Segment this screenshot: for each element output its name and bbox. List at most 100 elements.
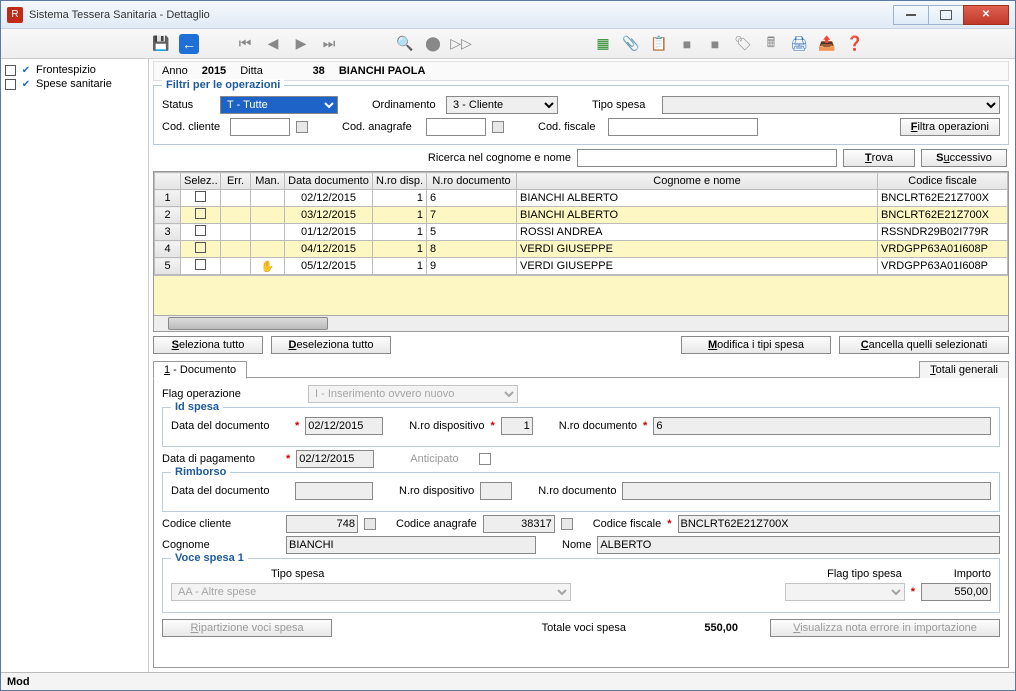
- cogn-input: [286, 536, 536, 554]
- codana-input[interactable]: [426, 118, 486, 136]
- doc-cell: 8: [427, 241, 517, 258]
- col-selez[interactable]: Selez..: [181, 173, 221, 190]
- r-ndoc-input: [622, 482, 991, 500]
- tab-documento[interactable]: 1 - Documento: [153, 361, 247, 379]
- col-blank[interactable]: [155, 173, 181, 190]
- tree-item-spese[interactable]: ✔ Spese sanitarie: [5, 77, 144, 91]
- calc-icon[interactable]: 🖩: [761, 34, 781, 54]
- rownum: 3: [155, 224, 181, 241]
- required-icon: *: [295, 420, 299, 432]
- tree-item-frontespizio[interactable]: ✔ Frontespizio: [5, 63, 144, 77]
- successivo-button[interactable]: Successivo: [921, 149, 1007, 167]
- cf-cell: RSSNDR29B02I779R: [878, 224, 1008, 241]
- rownum: 5: [155, 258, 181, 275]
- h-scrollbar[interactable]: [154, 315, 1008, 331]
- help-icon[interactable]: ❓: [845, 34, 865, 54]
- tab-totali[interactable]: Totali generali: [919, 361, 1009, 378]
- required-icon: *: [286, 453, 290, 465]
- anno-label: Anno: [162, 65, 188, 77]
- skip-icon[interactable]: ▷▷: [451, 34, 471, 54]
- prev-icon[interactable]: ◀: [263, 34, 283, 54]
- selez-cell[interactable]: [181, 207, 221, 224]
- detail-panel: Flag operazione I - Inserimento ovvero n…: [153, 378, 1009, 668]
- r-datadoc-label: Data del documento: [171, 485, 289, 497]
- man-cell: [251, 190, 285, 207]
- table-row[interactable]: 404/12/201518VERDI GIUSEPPEVRDGPP63A01I6…: [155, 241, 1008, 258]
- col-cf[interactable]: Codice fiscale: [878, 173, 1008, 190]
- man-cell: [251, 207, 285, 224]
- col-err[interactable]: Err.: [221, 173, 251, 190]
- selez-cell[interactable]: [181, 258, 221, 275]
- selez-cell[interactable]: [181, 241, 221, 258]
- doc-cell: 6: [427, 190, 517, 207]
- codana-label: Codice anagrafe: [396, 518, 477, 530]
- select-all-button[interactable]: Seleziona tutto: [153, 336, 263, 354]
- codcli-lookup[interactable]: [364, 518, 376, 530]
- print-icon[interactable]: 🖨: [789, 34, 809, 54]
- filters-group: Filtri per le operazioni Status T - Tutt…: [153, 85, 1009, 145]
- minimize-button[interactable]: [893, 5, 929, 25]
- data-cell: 03/12/2015: [285, 207, 373, 224]
- col-doc[interactable]: N.ro documento: [427, 173, 517, 190]
- deselect-all-button[interactable]: Deseleziona tutto: [271, 336, 391, 354]
- table-row[interactable]: 5✋05/12/201519VERDI GIUSEPPEVRDGPP63A01I…: [155, 258, 1008, 275]
- close-button[interactable]: [963, 5, 1009, 25]
- nav-tree: ✔ Frontespizio ✔ Spese sanitarie: [1, 59, 149, 672]
- export-icon[interactable]: 📤: [817, 34, 837, 54]
- err-cell: [221, 190, 251, 207]
- attach-icon[interactable]: 📎: [621, 34, 641, 54]
- err-cell: [221, 207, 251, 224]
- binoculars-icon[interactable]: 🔍: [395, 34, 415, 54]
- table-row[interactable]: 301/12/201515ROSSI ANDREARSSNDR29B02I779…: [155, 224, 1008, 241]
- search-input[interactable]: [577, 149, 837, 167]
- search-row: Ricerca nel cognome e nome Trova Success…: [153, 145, 1009, 171]
- selez-cell[interactable]: [181, 224, 221, 241]
- col-man[interactable]: Man.: [251, 173, 285, 190]
- nome-cell: BIANCHI ALBERTO: [517, 207, 878, 224]
- last-icon[interactable]: ⏭: [319, 34, 339, 54]
- expand-icon[interactable]: [5, 65, 16, 76]
- selez-cell[interactable]: [181, 190, 221, 207]
- totvoci-label: Totale voci spesa: [542, 622, 626, 634]
- maximize-button[interactable]: [928, 5, 964, 25]
- trova-button[interactable]: Trova: [843, 149, 915, 167]
- datapag-label: Data di pagamento: [162, 453, 280, 465]
- status-select[interactable]: T - Tutte: [220, 96, 338, 114]
- tipo-select[interactable]: [662, 96, 1000, 114]
- check-icon[interactable]: ✔: [20, 64, 32, 76]
- antic-checkbox[interactable]: [479, 453, 491, 465]
- table-row[interactable]: 203/12/201517BIANCHI ALBERTOBNCLRT62E21Z…: [155, 207, 1008, 224]
- next-icon[interactable]: ▶: [291, 34, 311, 54]
- back-icon[interactable]: ←: [179, 34, 199, 54]
- first-icon[interactable]: ⏮: [235, 34, 255, 54]
- codana-lookup[interactable]: [561, 518, 573, 530]
- filtra-button[interactable]: Filtra operazioni: [900, 118, 1000, 136]
- tag-icon[interactable]: 🏷: [733, 34, 753, 54]
- cf-cell: VRDGPP63A01I608P: [878, 241, 1008, 258]
- codfis-input[interactable]: [608, 118, 758, 136]
- clipboard-icon[interactable]: 📋: [649, 34, 669, 54]
- cancella-sel-button[interactable]: Cancella quelli selezionati: [839, 336, 1009, 354]
- ditta-value: 38: [277, 65, 325, 77]
- codcli-input[interactable]: [230, 118, 290, 136]
- table-row[interactable]: 102/12/201516BIANCHI ALBERTOBNCLRT62E21Z…: [155, 190, 1008, 207]
- tree-label: Frontespizio: [36, 64, 96, 76]
- save-icon[interactable]: 💾: [151, 34, 171, 54]
- anno-value: 2015: [202, 65, 226, 77]
- check-icon[interactable]: ✔: [20, 78, 32, 90]
- err-cell: [221, 224, 251, 241]
- codcli-lookup[interactable]: [296, 121, 308, 133]
- expand-icon[interactable]: [5, 79, 16, 90]
- record-icon[interactable]: ⬤: [423, 34, 443, 54]
- rownum: 2: [155, 207, 181, 224]
- col-data[interactable]: Data documento: [285, 173, 373, 190]
- codana-lookup[interactable]: [492, 121, 504, 133]
- col-disp[interactable]: N.ro disp.: [373, 173, 427, 190]
- col-nome[interactable]: Cognome e nome: [517, 173, 878, 190]
- excel-icon[interactable]: ▦: [593, 34, 613, 54]
- ord-select[interactable]: 3 - Cliente: [446, 96, 558, 114]
- modifica-tipi-button[interactable]: Modifica i tipi spesa: [681, 336, 831, 354]
- stop-icon[interactable]: ■: [677, 34, 697, 54]
- stop2-icon[interactable]: ■: [705, 34, 725, 54]
- ndisp-input: [501, 417, 533, 435]
